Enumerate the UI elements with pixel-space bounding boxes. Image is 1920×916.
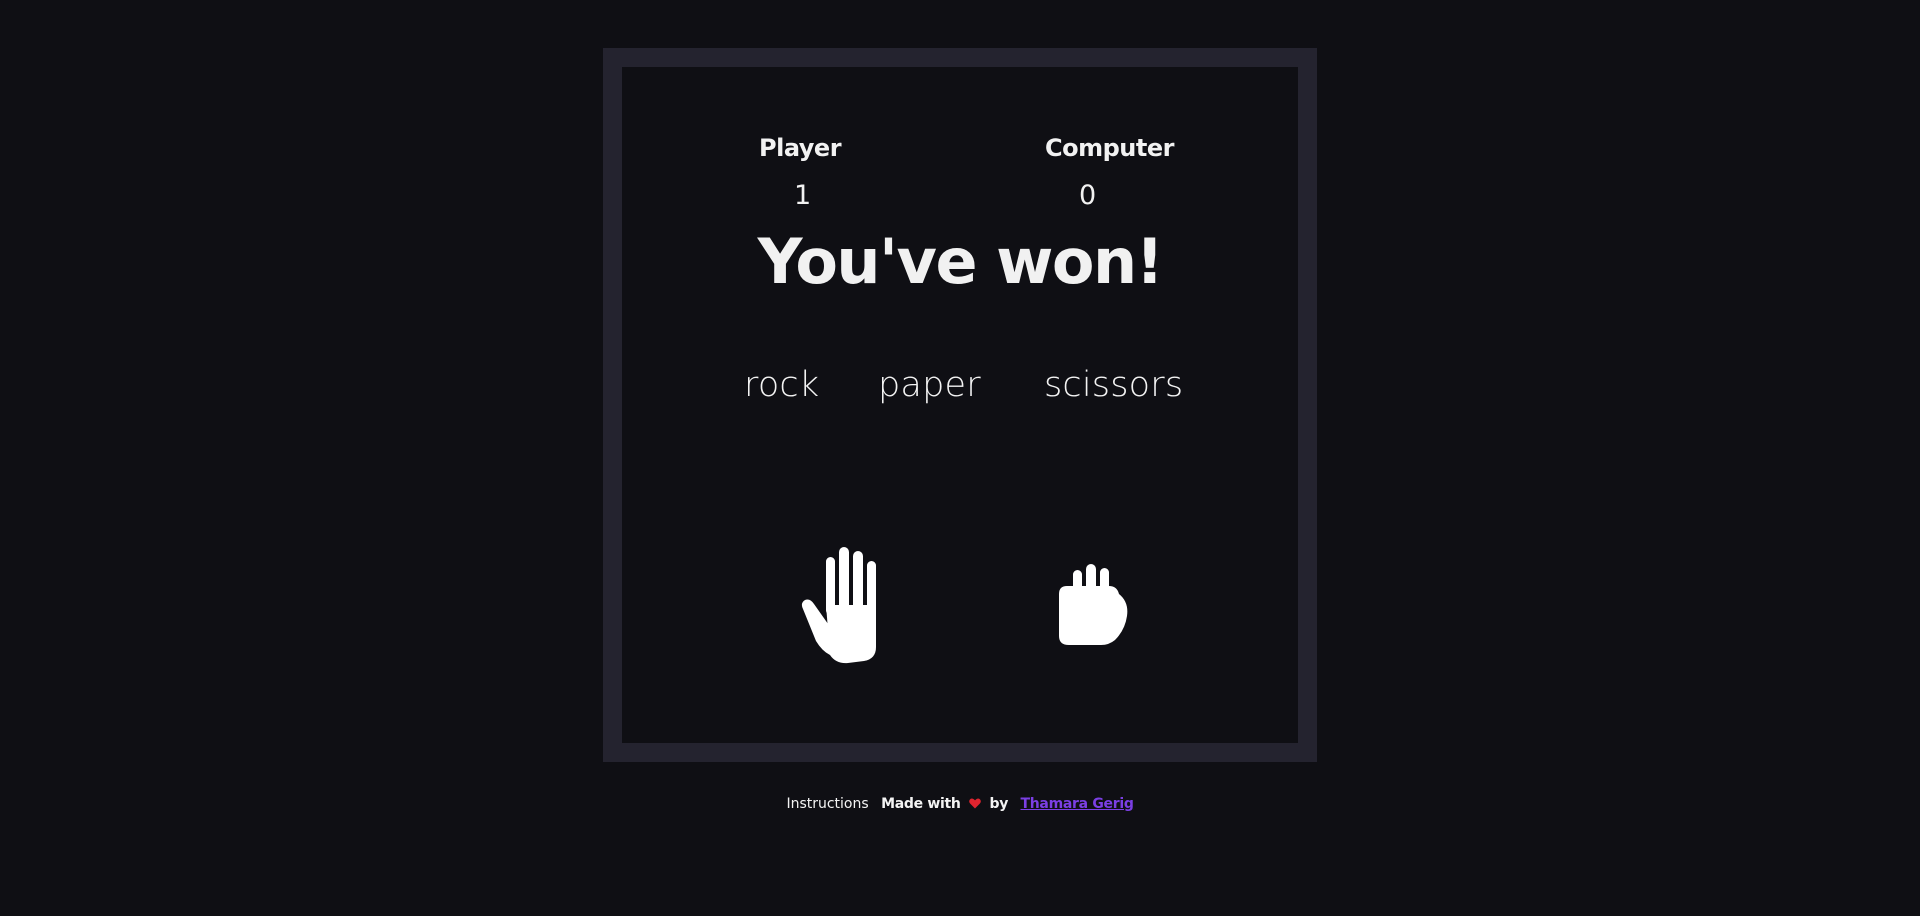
player-score: 1	[794, 180, 812, 211]
computer-score-label: Computer	[1045, 134, 1174, 162]
computer-score: 0	[1079, 180, 1097, 211]
by-text: by	[989, 796, 1009, 812]
rock-choice-button[interactable]: rock	[744, 365, 819, 405]
footer: Instructions Made with by Thamara Gerig	[0, 796, 1920, 813]
paper-hand-icon	[801, 547, 876, 664]
game-board: Player Computer 1 0 You've won! rock pap…	[622, 67, 1298, 743]
paper-choice-button[interactable]: paper	[878, 365, 981, 405]
instructions-link[interactable]: Instructions	[786, 796, 868, 812]
scissors-choice-button[interactable]: scissors	[1044, 365, 1183, 405]
computer-hand	[1057, 564, 1129, 650]
author-link[interactable]: Thamara Gerig	[1021, 796, 1134, 812]
player-score-label: Player	[759, 134, 842, 162]
result-message: You've won!	[757, 225, 1164, 298]
game-frame: Player Computer 1 0 You've won! rock pap…	[603, 48, 1317, 762]
heart-icon	[969, 797, 981, 813]
rock-hand-icon	[1059, 564, 1128, 645]
made-with-text: Made with	[881, 796, 961, 812]
player-hand	[800, 547, 890, 669]
